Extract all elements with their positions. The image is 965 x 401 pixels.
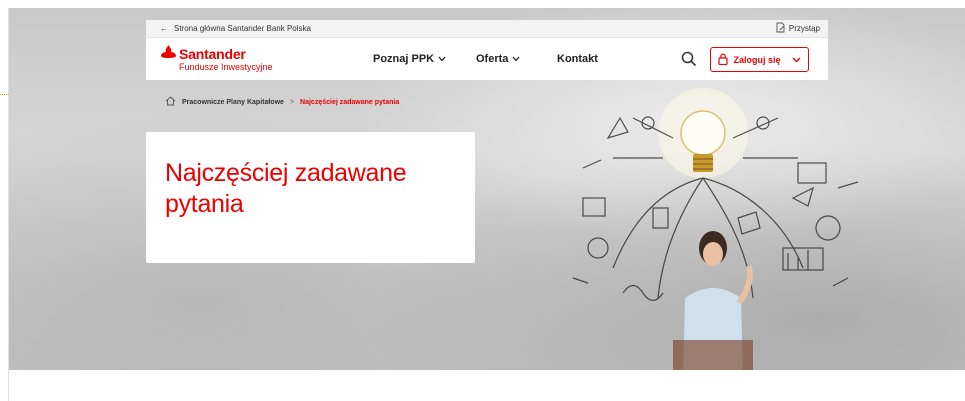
nav-oferta-label: Oferta <box>476 53 509 65</box>
login-button[interactable]: Zaloguj się <box>710 47 809 72</box>
chevron-down-icon <box>512 53 520 65</box>
lightbulb-doodle-illustration <box>572 88 859 370</box>
santander-logo[interactable]: Santander Fundusze Inwestycyjne <box>161 45 273 73</box>
breadcrumb: Pracownicze Plany Kapitałowe > Najczęści… <box>165 96 399 108</box>
home-icon[interactable] <box>165 96 176 108</box>
back-to-bank-label: Strona główna Santander Bank Polska <box>174 24 311 33</box>
join-document-icon <box>775 22 786 35</box>
join-label: Przystąp <box>788 24 820 33</box>
breadcrumb-current: Najczęściej zadawane pytania <box>300 98 400 106</box>
main-navbar: Santander Fundusze Inwestycyjne Poznaj P… <box>146 38 828 80</box>
title-card: Najczęściej zadawane pytania <box>146 132 475 263</box>
join-link[interactable]: Przystąp <box>775 22 820 35</box>
back-to-bank-link[interactable]: ← Strona główna Santander Bank Polska <box>160 24 311 33</box>
nav-oferta[interactable]: Oferta <box>476 53 520 65</box>
top-utility-bar: ← Strona główna Santander Bank Polska Pr… <box>146 20 828 38</box>
page-title: Najczęściej zadawane pytania <box>165 159 407 218</box>
nav-kontakt-label: Kontakt <box>557 53 598 65</box>
breadcrumb-separator: > <box>289 98 295 106</box>
chevron-down-icon <box>438 53 446 65</box>
lock-icon <box>718 53 729 67</box>
breadcrumb-parent-link[interactable]: Pracownicze Plany Kapitałowe <box>182 99 284 106</box>
santander-flame-icon <box>161 45 176 63</box>
logo-subtitle: Fundusze Inwestycyjne <box>179 62 273 72</box>
login-label: Zaloguj się <box>733 54 781 65</box>
nav-kontakt[interactable]: Kontakt <box>557 53 598 65</box>
search-icon[interactable] <box>681 51 697 72</box>
arrow-left-icon: ← <box>160 24 168 33</box>
chevron-down-icon <box>792 55 801 65</box>
dotted-guide-line <box>0 94 9 95</box>
nav-poznaj-ppk-label: Poznaj PPK <box>373 53 435 65</box>
page-left-border <box>8 8 9 401</box>
logo-name: Santander <box>179 46 246 62</box>
nav-poznaj-ppk[interactable]: Poznaj PPK <box>373 53 446 65</box>
